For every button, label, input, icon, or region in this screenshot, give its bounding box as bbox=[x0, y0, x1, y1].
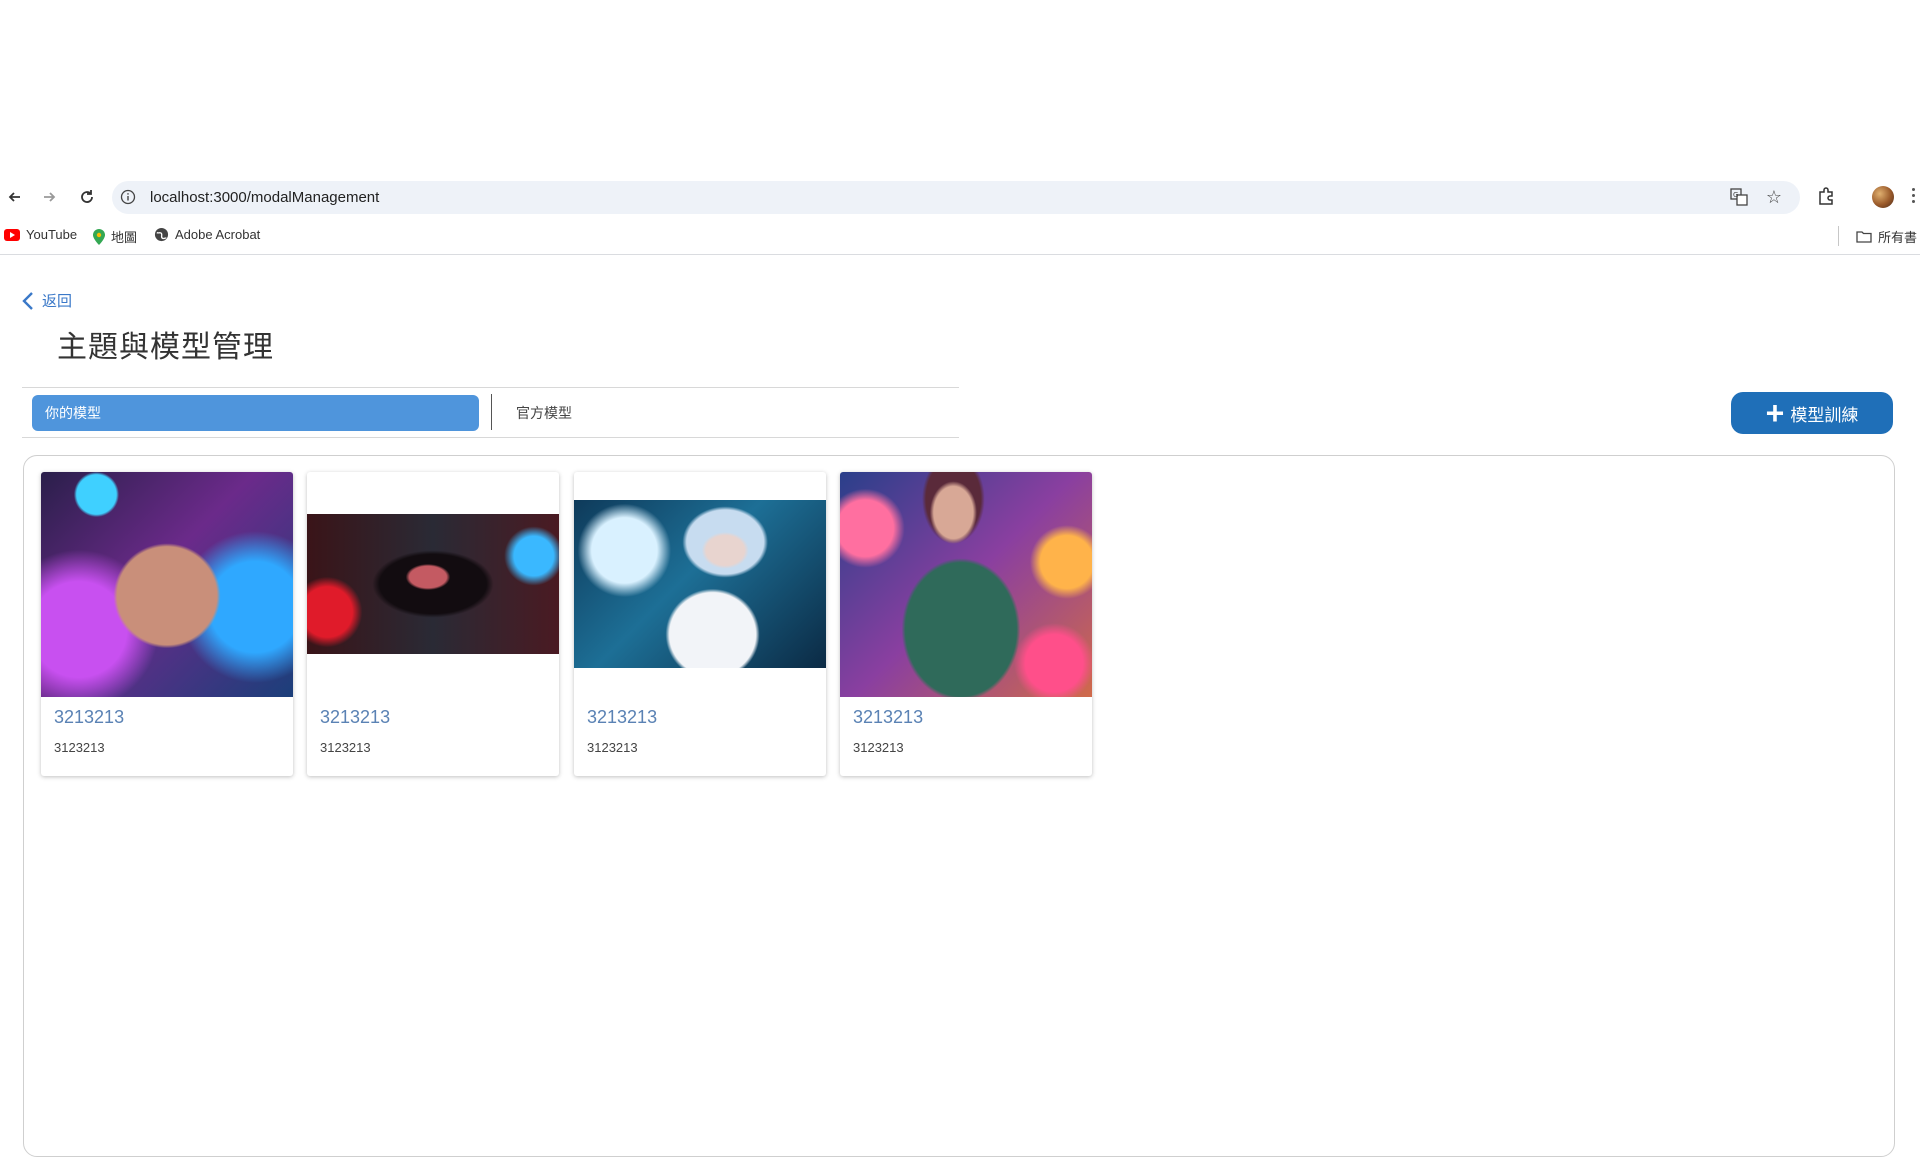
model-name: 3213213 bbox=[54, 707, 125, 727]
chevron-left-icon bbox=[22, 291, 33, 310]
back-link[interactable]: 返回 bbox=[22, 290, 72, 311]
model-card[interactable]: 3213213 3123213 bbox=[840, 472, 1092, 776]
screen-top-margin bbox=[0, 0, 1920, 178]
model-thumbnail bbox=[41, 472, 293, 697]
extensions-icon[interactable] bbox=[1816, 186, 1836, 206]
youtube-icon bbox=[4, 228, 20, 241]
bookmark-label: 地圖 bbox=[111, 230, 138, 245]
url-text[interactable]: localhost:3000/modalManagement bbox=[150, 189, 379, 206]
back-label: 返回 bbox=[42, 293, 73, 310]
profile-avatar[interactable] bbox=[1872, 186, 1894, 208]
model-name: 3213213 bbox=[320, 707, 391, 727]
model-card[interactable]: 3213213 3123213 bbox=[307, 472, 559, 776]
model-thumbnail bbox=[840, 472, 1092, 697]
translate-icon[interactable]: G bbox=[1730, 188, 1748, 206]
model-tabs: 你的模型 官方模型 bbox=[22, 387, 959, 438]
svg-text:G: G bbox=[1733, 191, 1738, 199]
browser-toolbar: localhost:3000/modalManagement G ☆ bbox=[0, 178, 1920, 216]
bookmark-label: YouTube bbox=[26, 227, 78, 242]
folder-icon bbox=[1856, 231, 1872, 243]
train-button-label: 模型訓練 bbox=[1790, 405, 1859, 425]
maps-pin-icon bbox=[93, 228, 105, 245]
model-description: 3123213 bbox=[320, 740, 371, 755]
model-name: 3213213 bbox=[853, 707, 924, 727]
model-description: 3123213 bbox=[54, 740, 105, 755]
tab-official-models[interactable]: 官方模型 bbox=[516, 395, 572, 431]
model-thumbnail bbox=[574, 500, 826, 668]
bookmarks-bar: YouTube 地圖 Adobe Acrobat 所有書 bbox=[0, 218, 1920, 255]
browser-menu-icon[interactable] bbox=[1912, 188, 1916, 206]
bookmark-maps[interactable]: 地圖 bbox=[93, 227, 137, 246]
bookmark-label: Adobe Acrobat bbox=[175, 227, 261, 242]
plus-icon: + bbox=[1765, 395, 1785, 431]
address-bar[interactable]: localhost:3000/modalManagement G ☆ bbox=[112, 181, 1800, 214]
all-bookmarks[interactable]: 所有書 bbox=[1856, 227, 1917, 246]
model-card[interactable]: 3213213 3123213 bbox=[41, 472, 293, 776]
bookmark-label: 所有書 bbox=[1878, 230, 1918, 245]
bookmarks-divider bbox=[1838, 226, 1839, 246]
bookmark-star-icon[interactable]: ☆ bbox=[1766, 187, 1782, 207]
globe-icon bbox=[154, 227, 169, 242]
site-info-icon[interactable] bbox=[120, 189, 136, 205]
model-card[interactable]: 3213213 3123213 bbox=[574, 472, 826, 776]
back-arrow-icon[interactable] bbox=[0, 178, 30, 216]
model-name: 3213213 bbox=[587, 707, 658, 727]
reload-icon[interactable] bbox=[72, 178, 102, 216]
model-description: 3123213 bbox=[587, 740, 638, 755]
bookmark-adobe-acrobat[interactable]: Adobe Acrobat bbox=[154, 227, 260, 242]
page-title: 主題與模型管理 bbox=[57, 331, 274, 364]
bookmark-youtube[interactable]: YouTube bbox=[4, 227, 77, 242]
tab-divider bbox=[491, 394, 492, 430]
tab-your-models[interactable]: 你的模型 bbox=[32, 395, 479, 431]
train-model-button[interactable]: + 模型訓練 bbox=[1731, 392, 1893, 434]
forward-arrow-icon[interactable] bbox=[34, 178, 64, 216]
model-description: 3123213 bbox=[853, 740, 904, 755]
model-thumbnail bbox=[307, 514, 559, 654]
